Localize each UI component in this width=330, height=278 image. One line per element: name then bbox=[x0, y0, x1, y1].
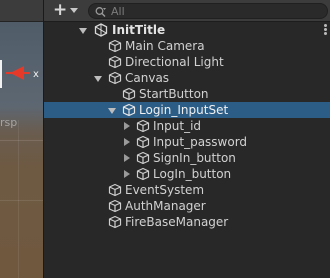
collapsed-arrow-icon[interactable] bbox=[124, 154, 130, 162]
plus-icon: + bbox=[53, 0, 68, 20]
hierarchy-item-label: Canvas bbox=[125, 71, 170, 85]
hierarchy-item-label: EventSystem bbox=[125, 183, 205, 197]
hierarchy-item[interactable]: Directional Light bbox=[44, 54, 330, 70]
hierarchy-item-label: SignIn_button bbox=[153, 151, 236, 165]
hierarchy-item[interactable]: FireBaseManager bbox=[44, 214, 330, 230]
hierarchy-item-label: StartButton bbox=[139, 87, 209, 101]
hierarchy-item-selected[interactable]: Login_InputSet bbox=[44, 102, 330, 118]
gameobject-icon bbox=[108, 71, 122, 85]
search-icon bbox=[95, 7, 106, 17]
hierarchy-item-label: Input_id bbox=[153, 119, 202, 133]
expand-arrow-icon[interactable] bbox=[108, 108, 116, 114]
hierarchy-item-label: FireBaseManager bbox=[125, 215, 229, 229]
hierarchy-item[interactable]: SignIn_button bbox=[44, 150, 330, 166]
scene-root-row[interactable]: InitTitle bbox=[44, 22, 330, 38]
add-object-button[interactable]: + bbox=[50, 0, 82, 20]
gameobject-icon bbox=[136, 119, 150, 133]
scene-view-label: rsp bbox=[0, 116, 18, 129]
svg-text:x: x bbox=[33, 69, 39, 80]
hierarchy-toolbar: + bbox=[44, 0, 330, 22]
gameobject-icon bbox=[136, 135, 150, 149]
gameobject-icon bbox=[122, 103, 136, 117]
hierarchy-item-label: Directional Light bbox=[125, 55, 224, 69]
hierarchy-item-label: AuthManager bbox=[125, 199, 206, 213]
collapsed-arrow-icon[interactable] bbox=[124, 170, 130, 178]
scene-view-toolbar bbox=[0, 0, 43, 22]
scene-view[interactable]: x rsp bbox=[0, 0, 43, 278]
hierarchy-item[interactable]: Canvas bbox=[44, 70, 330, 86]
gameobject-icon bbox=[122, 87, 136, 101]
hierarchy-item[interactable]: AuthManager bbox=[44, 198, 330, 214]
transform-gizmo-icon[interactable]: x bbox=[0, 62, 43, 84]
hierarchy-item[interactable]: StartButton bbox=[44, 86, 330, 102]
scene-grid-line bbox=[18, 120, 19, 278]
gameobject-icon bbox=[108, 215, 122, 229]
gameobject-icon bbox=[136, 151, 150, 165]
hierarchy-item[interactable]: LogIn_button bbox=[44, 166, 330, 182]
collapsed-arrow-icon[interactable] bbox=[124, 138, 130, 146]
gameobject-icon bbox=[108, 39, 122, 53]
search-input[interactable] bbox=[111, 4, 321, 18]
hierarchy-panel: + InitTitle Main Camera bbox=[43, 0, 330, 278]
hierarchy-item[interactable]: Input_id bbox=[44, 118, 330, 134]
hierarchy-item[interactable]: EventSystem bbox=[44, 182, 330, 198]
more-options-icon[interactable] bbox=[324, 24, 327, 36]
scene-name: InitTitle bbox=[112, 23, 166, 37]
scene-grid-line bbox=[0, 200, 43, 201]
expand-arrow-icon[interactable] bbox=[79, 28, 87, 34]
hierarchy-item-label: Input_password bbox=[153, 135, 248, 149]
scene-grid-line bbox=[0, 140, 43, 141]
chevron-down-icon bbox=[70, 8, 78, 13]
gameobject-icon bbox=[136, 167, 150, 181]
hierarchy-item-label: Main Camera bbox=[125, 39, 205, 53]
unity-scene-icon bbox=[94, 23, 108, 37]
expand-arrow-icon[interactable] bbox=[94, 76, 102, 82]
hierarchy-item-label: LogIn_button bbox=[153, 167, 232, 181]
hierarchy-item-label: Login_InputSet bbox=[139, 103, 229, 117]
gameobject-icon bbox=[108, 183, 122, 197]
gameobject-icon bbox=[108, 55, 122, 69]
collapsed-arrow-icon[interactable] bbox=[124, 122, 130, 130]
hierarchy-item[interactable]: Input_password bbox=[44, 134, 330, 150]
gameobject-icon bbox=[108, 199, 122, 213]
hierarchy-item[interactable]: Main Camera bbox=[44, 38, 330, 54]
search-field[interactable] bbox=[88, 3, 328, 19]
